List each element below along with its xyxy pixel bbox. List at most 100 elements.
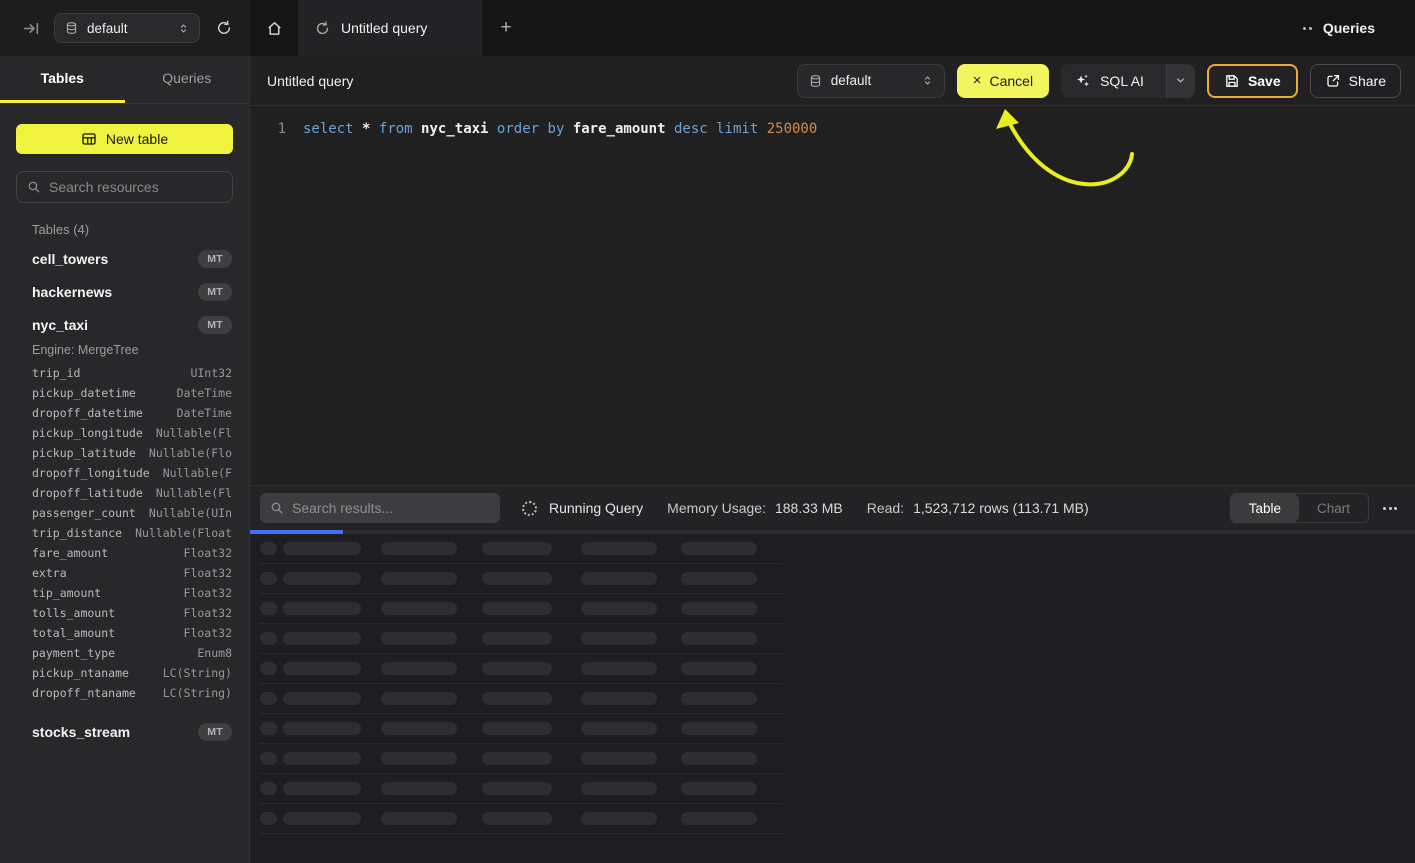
skeleton-cell — [581, 692, 657, 705]
skeleton-cell — [581, 572, 657, 585]
sql-ai-dropdown[interactable] — [1166, 64, 1195, 98]
column-row[interactable]: trip_distanceNullable(Float — [0, 523, 249, 543]
column-row[interactable]: dropoff_latitudeNullable(Fl — [0, 483, 249, 503]
skeleton-cell — [482, 602, 552, 615]
column-row[interactable]: extraFloat32 — [0, 563, 249, 583]
column-row[interactable]: pickup_latitudeNullable(Flo — [0, 443, 249, 463]
column-row[interactable]: dropoff_ntanameLC(String) — [0, 683, 249, 703]
skeleton-cell — [260, 692, 277, 705]
column-type: LC(String) — [163, 686, 232, 700]
skeleton-cell — [581, 662, 657, 675]
database-selector-toolbar[interactable]: default — [797, 64, 945, 98]
new-table-button[interactable]: New table — [16, 124, 233, 154]
skeleton-cell — [381, 602, 457, 615]
column-name: pickup_ntaname — [32, 666, 129, 680]
engine-badge: MT — [198, 316, 232, 334]
sidebar-tab-queries[interactable]: Queries — [125, 56, 250, 103]
top-bar-right: Queries — [1303, 0, 1415, 56]
tab-untitled-query[interactable]: Untitled query — [298, 0, 482, 56]
column-row[interactable]: tolls_amountFloat32 — [0, 603, 249, 623]
skeleton-cell — [260, 602, 277, 615]
sql-ai-button[interactable]: SQL AI — [1061, 64, 1195, 98]
arrow-to-bar-icon — [23, 20, 40, 37]
column-row[interactable]: total_amountFloat32 — [0, 623, 249, 643]
sql-token — [758, 121, 766, 137]
queries-link[interactable]: Queries — [1323, 20, 1375, 36]
skeleton-cell — [681, 572, 757, 585]
table-row[interactable]: hackernewsMT — [0, 275, 249, 308]
top-bar-left: default — [0, 0, 250, 56]
new-tab-button[interactable]: + — [482, 0, 530, 56]
table-name: nyc_taxi — [32, 317, 88, 333]
column-row[interactable]: dropoff_longitudeNullable(F — [0, 463, 249, 483]
sidebar-tab-tables[interactable]: Tables — [0, 56, 125, 103]
view-toggle-table[interactable]: Table — [1231, 494, 1299, 522]
column-row[interactable]: trip_id UInt32 — [0, 363, 249, 383]
column-row[interactable]: dropoff_datetimeDateTime — [0, 403, 249, 423]
skeleton-cell — [260, 572, 277, 585]
cancel-button[interactable]: × Cancel — [957, 64, 1049, 98]
column-row[interactable]: pickup_ntaname LC(String) — [0, 663, 249, 683]
skeleton-cell — [581, 752, 657, 765]
column-type: Nullable(Flo — [149, 446, 232, 460]
skeleton-row — [260, 624, 783, 654]
save-icon — [1224, 73, 1240, 89]
view-toggle-chart[interactable]: Chart — [1299, 494, 1368, 522]
results-search[interactable] — [260, 493, 500, 523]
skeleton-cell — [581, 722, 657, 735]
refresh-button[interactable] — [212, 16, 236, 40]
save-button[interactable]: Save — [1207, 64, 1298, 98]
skeleton-cell — [482, 632, 552, 645]
table-row[interactable]: stocks_streamMT — [0, 715, 249, 748]
table-name: hackernews — [32, 284, 112, 300]
column-type: DateTime — [177, 386, 232, 400]
refresh-icon — [216, 20, 232, 36]
sql-editor[interactable]: 1 select * from nyc_taxi order by fare_a… — [250, 106, 1415, 485]
sql-code: select * from nyc_taxi order by fare_amo… — [303, 119, 817, 140]
table-row[interactable]: nyc_taxi MT — [0, 308, 249, 341]
results-menu-button[interactable] — [1381, 503, 1399, 514]
sql-token: limit — [716, 121, 758, 137]
query-title: Untitled query — [267, 73, 353, 89]
view-toggle-label: Chart — [1317, 501, 1350, 516]
skeleton-row — [260, 534, 783, 564]
results-search-input[interactable] — [292, 500, 490, 516]
database-icon — [809, 74, 822, 88]
memory-usage-value: 188.33 MB — [775, 500, 843, 516]
skeleton-cell — [283, 782, 361, 795]
skeleton-cell — [681, 602, 757, 615]
view-toggle: Table Chart — [1230, 493, 1369, 523]
column-name: trip_id — [32, 366, 80, 380]
sql-token — [488, 121, 496, 137]
column-row[interactable]: payment_typeEnum8 — [0, 643, 249, 663]
column-type: UInt32 — [190, 366, 232, 380]
resource-search-input[interactable] — [49, 179, 230, 195]
skeleton-cell — [581, 602, 657, 615]
column-name: trip_distance — [32, 526, 122, 540]
results-panel: Running Query Memory Usage: 188.33 MB Re… — [250, 485, 1415, 863]
column-row[interactable]: pickup_datetimeDateTime — [0, 383, 249, 403]
column-row[interactable]: fare_amountFloat32 — [0, 543, 249, 563]
database-selector-topbar[interactable]: default — [54, 13, 200, 43]
column-row[interactable]: pickup_longitudeNullable(Fl — [0, 423, 249, 443]
tables-section-label: Tables (4) — [32, 222, 233, 237]
home-tab[interactable] — [250, 0, 298, 56]
skeleton-cell — [681, 812, 757, 825]
engine-badge: MT — [198, 250, 232, 268]
table-row[interactable]: cell_towersMT — [0, 242, 249, 275]
table-name: stocks_stream — [32, 724, 130, 740]
skeleton-cell — [260, 782, 277, 795]
column-row[interactable]: tip_amountFloat32 — [0, 583, 249, 603]
share-button[interactable]: Share — [1310, 64, 1401, 98]
skeleton-cell — [681, 692, 757, 705]
column-type: LC(String) — [163, 666, 232, 680]
sidebar-tabs: Tables Queries — [0, 56, 249, 104]
column-type: Nullable(F — [163, 466, 232, 480]
column-row[interactable]: passenger_countNullable(UIn — [0, 503, 249, 523]
collapse-sidebar-button[interactable] — [20, 17, 42, 39]
sql-token: fare_amount — [573, 121, 666, 137]
skeleton-cell — [283, 722, 361, 735]
resource-search[interactable] — [16, 171, 233, 203]
line-number: 1 — [266, 119, 286, 140]
sql-token — [354, 121, 362, 137]
